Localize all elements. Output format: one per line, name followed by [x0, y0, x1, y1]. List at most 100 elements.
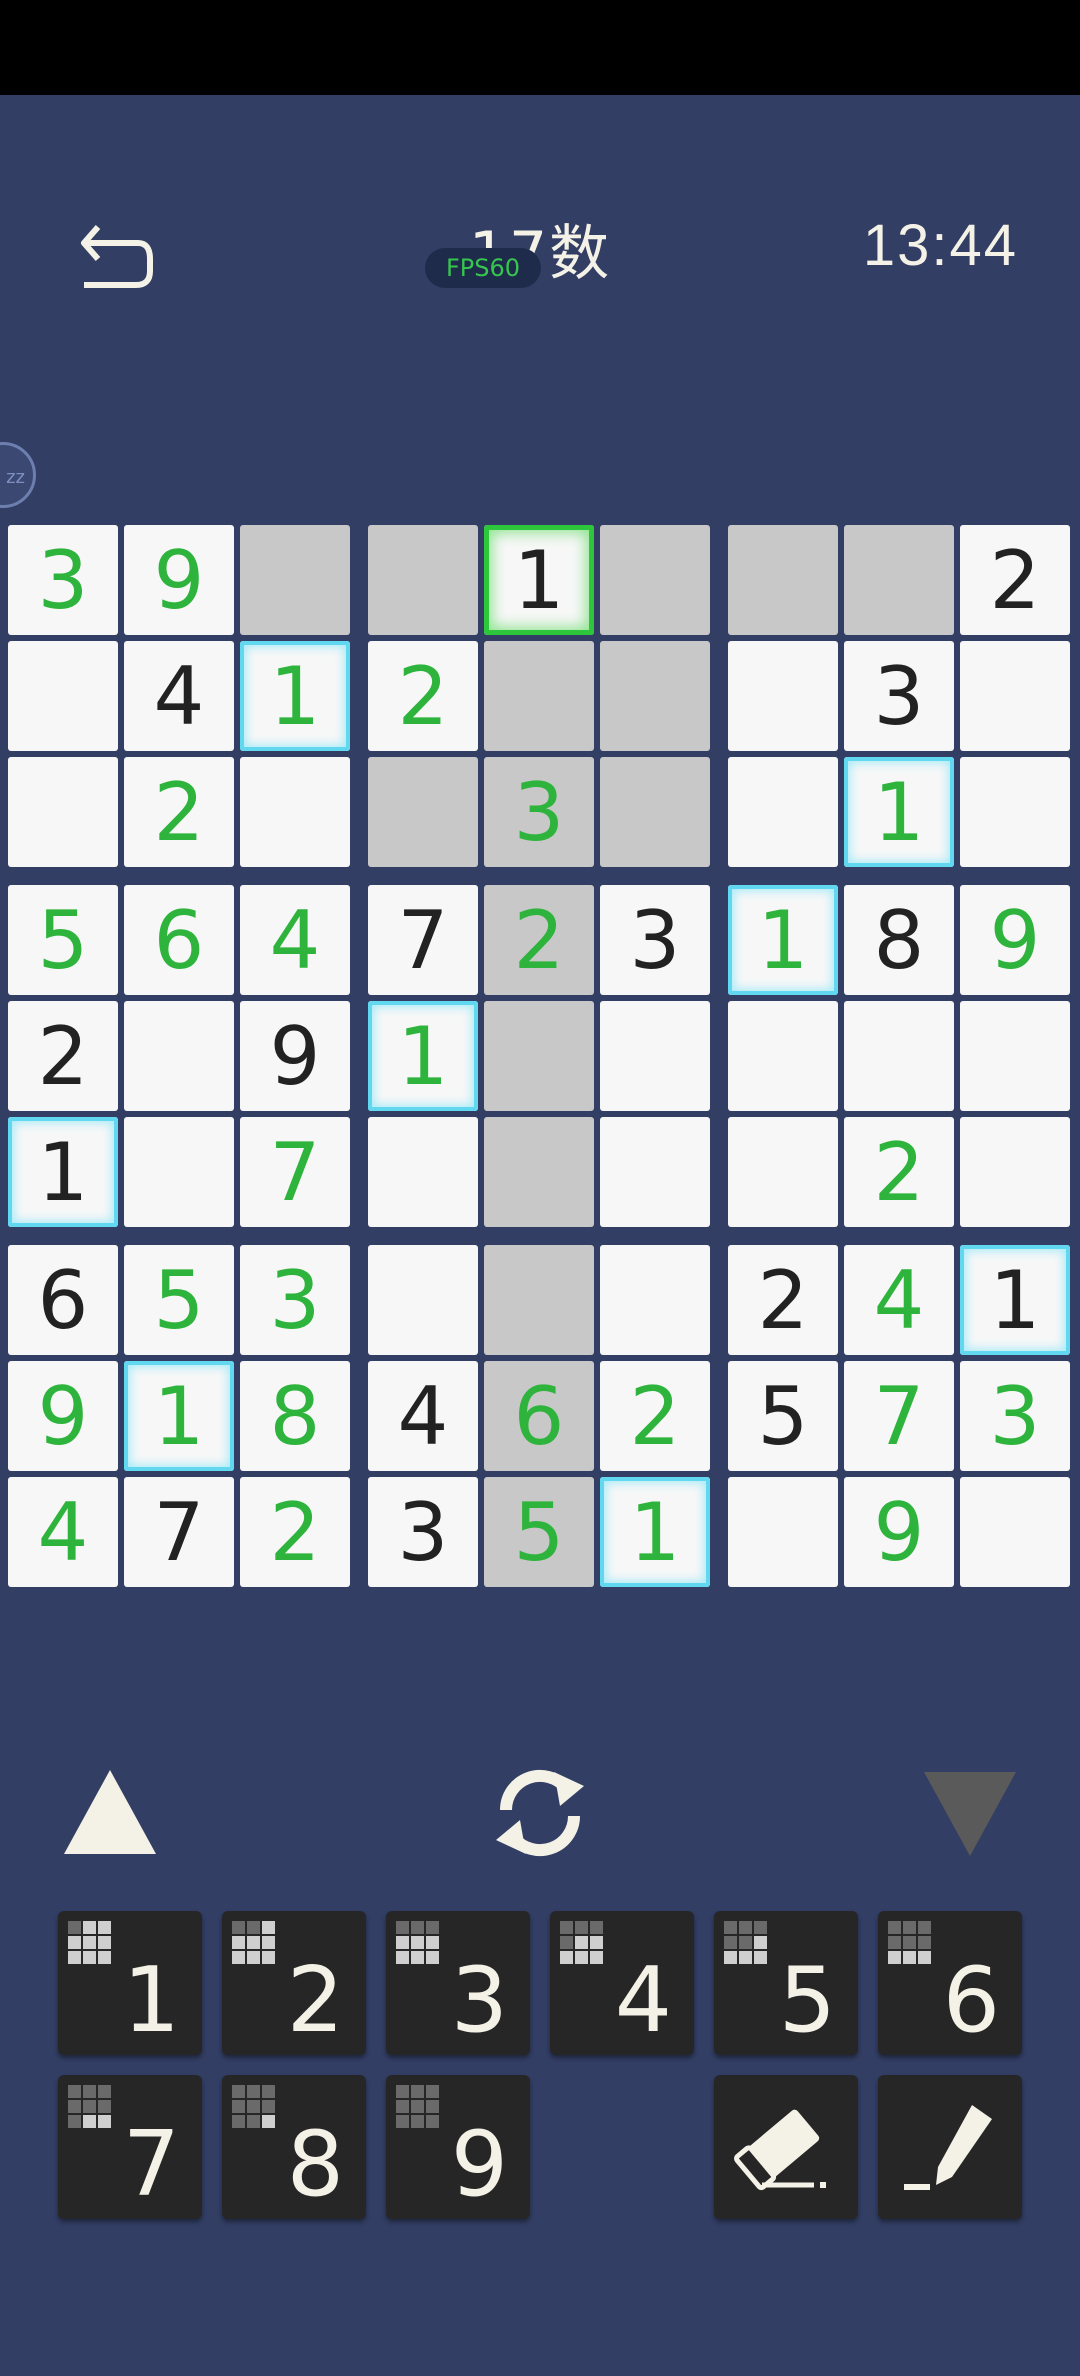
number-key-3[interactable]: 3 — [386, 1911, 530, 2055]
sudoku-cell-r6c6[interactable] — [600, 1117, 710, 1227]
sudoku-cell-r1c3[interactable] — [240, 525, 350, 635]
sudoku-cell-r3c2[interactable]: 2 — [124, 757, 234, 867]
sudoku-cell-r1c5[interactable]: 1 — [484, 525, 594, 635]
sudoku-cell-r8c3[interactable]: 8 — [240, 1361, 350, 1471]
key-label: 7 — [122, 2112, 180, 2217]
key-label: 8 — [286, 2112, 344, 2217]
sudoku-cell-r9c4[interactable]: 3 — [368, 1477, 478, 1587]
refresh-icon[interactable] — [488, 1766, 592, 1860]
sudoku-cell-r2c2[interactable]: 4 — [124, 641, 234, 751]
sudoku-cell-r4c4[interactable]: 7 — [368, 885, 478, 995]
number-key-7[interactable]: 7 — [58, 2075, 202, 2219]
sudoku-cell-r6c8[interactable]: 2 — [844, 1117, 954, 1227]
sudoku-cell-r1c1[interactable]: 3 — [8, 525, 118, 635]
sudoku-cell-r6c7[interactable] — [728, 1117, 838, 1227]
sudoku-cell-r4c5[interactable]: 2 — [484, 885, 594, 995]
number-key-1[interactable]: 1 — [58, 1911, 202, 2055]
sudoku-cell-r2c8[interactable]: 3 — [844, 641, 954, 751]
sudoku-cell-r8c8[interactable]: 7 — [844, 1361, 954, 1471]
number-key-5[interactable]: 5 — [714, 1911, 858, 2055]
sudoku-cell-r7c5[interactable] — [484, 1245, 594, 1355]
triangle-up-icon[interactable] — [60, 1768, 160, 1858]
sudoku-cell-r8c5[interactable]: 6 — [484, 1361, 594, 1471]
sudoku-cell-r3c8[interactable]: 1 — [844, 757, 954, 867]
sudoku-cell-r7c2[interactable]: 5 — [124, 1245, 234, 1355]
sudoku-cell-r9c9[interactable] — [960, 1477, 1070, 1587]
sudoku-cell-r8c4[interactable]: 4 — [368, 1361, 478, 1471]
sudoku-cell-r2c1[interactable] — [8, 641, 118, 751]
sudoku-cell-r6c3[interactable]: 7 — [240, 1117, 350, 1227]
sudoku-cell-r2c4[interactable]: 2 — [368, 641, 478, 751]
sudoku-cell-r5c6[interactable] — [600, 1001, 710, 1111]
sudoku-cell-r1c7[interactable] — [728, 525, 838, 635]
sudoku-cell-r5c7[interactable] — [728, 1001, 838, 1111]
sudoku-cell-r8c9[interactable]: 3 — [960, 1361, 1070, 1471]
sudoku-cell-r6c1[interactable]: 1 — [8, 1117, 118, 1227]
sudoku-cell-r7c8[interactable]: 4 — [844, 1245, 954, 1355]
sudoku-cell-r3c6[interactable] — [600, 757, 710, 867]
sudoku-cell-r6c5[interactable] — [484, 1117, 594, 1227]
sudoku-cell-r9c7[interactable] — [728, 1477, 838, 1587]
sudoku-cell-r2c5[interactable] — [484, 641, 594, 751]
sudoku-cell-r5c1[interactable]: 2 — [8, 1001, 118, 1111]
sudoku-cell-r5c8[interactable] — [844, 1001, 954, 1111]
sudoku-cell-r2c3[interactable]: 1 — [240, 641, 350, 751]
sudoku-cell-r1c4[interactable] — [368, 525, 478, 635]
sudoku-cell-r1c2[interactable]: 9 — [124, 525, 234, 635]
number-key-6[interactable]: 6 — [878, 1911, 1022, 2055]
side-bubble[interactable]: zz — [0, 442, 36, 508]
sudoku-cell-r3c5[interactable]: 3 — [484, 757, 594, 867]
sudoku-cell-r9c8[interactable]: 9 — [844, 1477, 954, 1587]
sudoku-cell-r8c1[interactable]: 9 — [8, 1361, 118, 1471]
sudoku-cell-r9c3[interactable]: 2 — [240, 1477, 350, 1587]
sudoku-cell-r7c6[interactable] — [600, 1245, 710, 1355]
sudoku-cell-r4c6[interactable]: 3 — [600, 885, 710, 995]
sudoku-cell-r1c8[interactable] — [844, 525, 954, 635]
sudoku-cell-r3c1[interactable] — [8, 757, 118, 867]
sudoku-cell-r1c6[interactable] — [600, 525, 710, 635]
sudoku-cell-r3c7[interactable] — [728, 757, 838, 867]
number-key-2[interactable]: 2 — [222, 1911, 366, 2055]
number-key-8[interactable]: 8 — [222, 2075, 366, 2219]
key-label: 3 — [450, 1948, 508, 2053]
sudoku-cell-r3c3[interactable] — [240, 757, 350, 867]
sudoku-cell-r7c1[interactable]: 6 — [8, 1245, 118, 1355]
sudoku-cell-r8c6[interactable]: 2 — [600, 1361, 710, 1471]
sudoku-cell-r9c6[interactable]: 1 — [600, 1477, 710, 1587]
number-key-4[interactable]: 4 — [550, 1911, 694, 2055]
sudoku-cell-r9c2[interactable]: 7 — [124, 1477, 234, 1587]
sudoku-cell-r7c4[interactable] — [368, 1245, 478, 1355]
sudoku-cell-r2c6[interactable] — [600, 641, 710, 751]
eraser-button[interactable] — [714, 2075, 858, 2219]
sudoku-cell-r5c5[interactable] — [484, 1001, 594, 1111]
sudoku-cell-r2c9[interactable] — [960, 641, 1070, 751]
number-key-9[interactable]: 9 — [386, 2075, 530, 2219]
sudoku-cell-r5c3[interactable]: 9 — [240, 1001, 350, 1111]
sudoku-cell-r4c7[interactable]: 1 — [728, 885, 838, 995]
sudoku-cell-r9c1[interactable]: 4 — [8, 1477, 118, 1587]
sudoku-cell-r6c2[interactable] — [124, 1117, 234, 1227]
sudoku-cell-r7c3[interactable]: 3 — [240, 1245, 350, 1355]
key-label: 2 — [286, 1948, 344, 2053]
pencil-button[interactable] — [878, 2075, 1022, 2219]
sudoku-cell-r4c3[interactable]: 4 — [240, 885, 350, 995]
sudoku-cell-r7c7[interactable]: 2 — [728, 1245, 838, 1355]
sudoku-cell-r2c7[interactable] — [728, 641, 838, 751]
sudoku-cell-r4c2[interactable]: 6 — [124, 885, 234, 995]
sudoku-cell-r9c5[interactable]: 5 — [484, 1477, 594, 1587]
sudoku-cell-r3c9[interactable] — [960, 757, 1070, 867]
sudoku-cell-r5c9[interactable] — [960, 1001, 1070, 1111]
sudoku-cell-r5c2[interactable] — [124, 1001, 234, 1111]
sudoku-cell-r4c9[interactable]: 9 — [960, 885, 1070, 995]
sudoku-cell-r5c4[interactable]: 1 — [368, 1001, 478, 1111]
sudoku-cell-r7c9[interactable]: 1 — [960, 1245, 1070, 1355]
sudoku-cell-r6c4[interactable] — [368, 1117, 478, 1227]
sudoku-cell-r4c8[interactable]: 8 — [844, 885, 954, 995]
sudoku-cell-r8c7[interactable]: 5 — [728, 1361, 838, 1471]
sudoku-cell-r8c2[interactable]: 1 — [124, 1361, 234, 1471]
sudoku-cell-r3c4[interactable] — [368, 757, 478, 867]
triangle-down-icon[interactable] — [920, 1770, 1020, 1858]
sudoku-cell-r4c1[interactable]: 5 — [8, 885, 118, 995]
sudoku-cell-r1c9[interactable]: 2 — [960, 525, 1070, 635]
sudoku-cell-r6c9[interactable] — [960, 1117, 1070, 1227]
